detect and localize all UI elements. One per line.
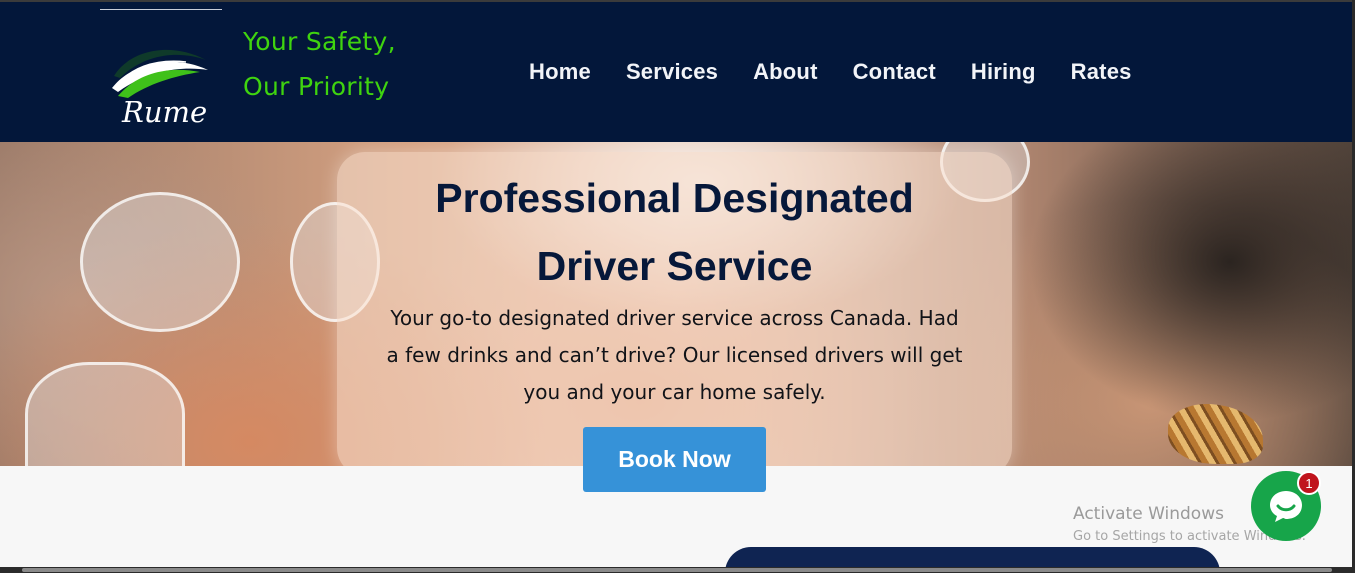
hero-title-line-2: Driver Service [536, 243, 813, 289]
hero-title: Professional Designated Driver Service [337, 164, 1012, 300]
hero-desc-line-1: Your go-to designated driver service acr… [390, 306, 959, 330]
chat-bubble-icon [1270, 491, 1302, 522]
tagline-line-2: Our Priority [243, 72, 390, 101]
wine-glass-image [80, 192, 240, 332]
hero-desc-line-3: you and your car home safely. [523, 380, 826, 404]
activate-windows-title: Activate Windows [1073, 504, 1224, 524]
next-section-card [725, 547, 1220, 567]
nav-home[interactable]: Home [529, 59, 591, 85]
nav-services[interactable]: Services [626, 59, 718, 85]
hero-card: Professional Designated Driver Service Y… [337, 152, 1012, 466]
horizontal-scrollbar[interactable] [0, 567, 1355, 573]
web-page: Rume Your Safety, Our Priority Home Serv… [0, 2, 1352, 567]
horizontal-scroll-thumb[interactable] [22, 568, 1332, 572]
book-now-button[interactable]: Book Now [583, 427, 766, 492]
nav-hiring[interactable]: Hiring [971, 59, 1036, 85]
nav-rates[interactable]: Rates [1071, 59, 1132, 85]
hero-description: Your go-to designated driver service acr… [337, 300, 1012, 411]
brand-tagline: Your Safety, Our Priority [243, 19, 396, 109]
logo-wordmark: Rume [122, 95, 208, 129]
hero-banner: Professional Designated Driver Service Y… [0, 142, 1352, 466]
site-header: Rume Your Safety, Our Priority Home Serv… [0, 2, 1352, 142]
tagline-line-1: Your Safety, [243, 27, 396, 56]
hero-desc-line-2: a few drinks and can’t drive? Our licens… [386, 343, 963, 367]
main-nav: Home Services About Contact Hiring Rates [529, 59, 1167, 85]
nav-about[interactable]: About [753, 59, 818, 85]
chat-notification-badge: 1 [1297, 471, 1321, 495]
logo-divider [100, 9, 222, 10]
hero-title-line-1: Professional Designated [435, 175, 914, 221]
nav-contact[interactable]: Contact [853, 59, 936, 85]
beer-glass-image [25, 362, 185, 466]
bracelet-image [1168, 404, 1263, 464]
